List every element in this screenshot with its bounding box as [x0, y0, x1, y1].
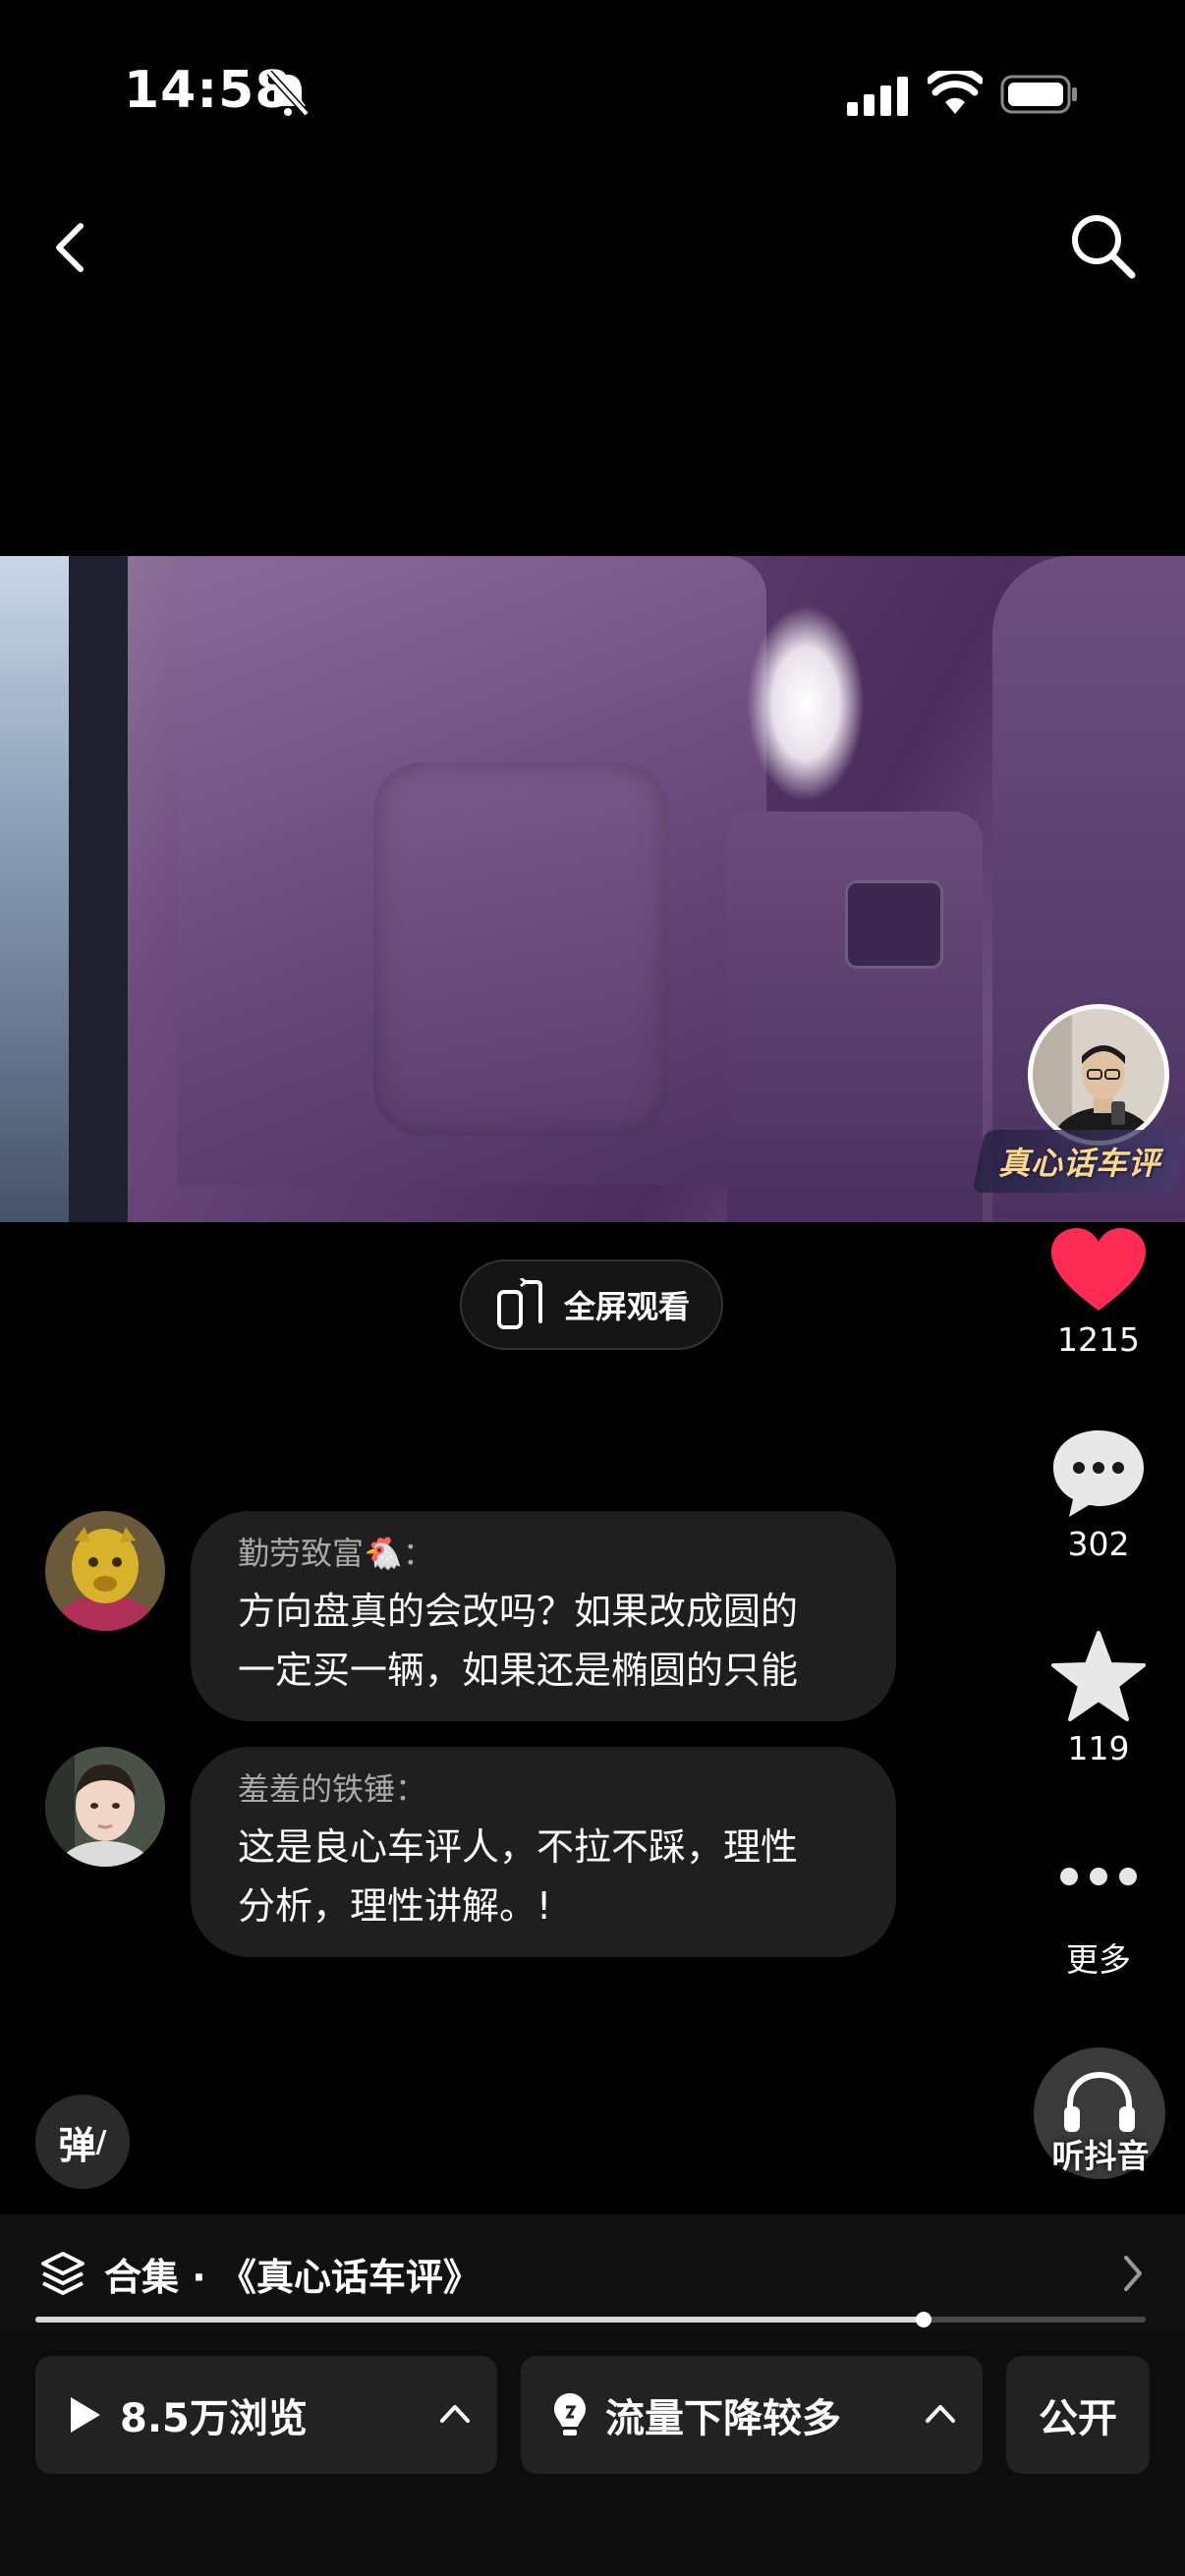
- chevron-right-icon: [1124, 2256, 1142, 2291]
- video-scene-light: [747, 605, 865, 802]
- battery-icon: [1000, 75, 1077, 114]
- rotate-screen-icon: [497, 1278, 542, 1329]
- search-button[interactable]: [1063, 206, 1142, 285]
- like-button[interactable]: 1215: [1025, 1226, 1172, 1359]
- views-button[interactable]: 8.5万浏览: [35, 2356, 497, 2474]
- visibility-button[interactable]: 公开: [1006, 2356, 1150, 2474]
- video-scene-seat-pocket: [373, 762, 668, 1136]
- comment-bubble: 勤劳致富🐔： 方向盘真的会改吗？如果改成圆的 一定买一辆，如果还是椭圆的只能: [191, 1511, 896, 1721]
- more-button[interactable]: 更多: [1025, 1857, 1172, 1981]
- traffic-button[interactable]: 流量下降较多: [521, 2356, 983, 2474]
- chevron-up-icon: [926, 2405, 955, 2423]
- lightbulb-icon: [554, 2393, 586, 2436]
- comment-button[interactable]: 302: [1025, 1427, 1172, 1563]
- author-avatar[interactable]: [1028, 1004, 1169, 1146]
- video-player[interactable]: [0, 556, 1185, 1222]
- chevron-up-icon: [440, 2405, 470, 2423]
- traffic-label: 流量下降较多: [605, 2396, 841, 2441]
- collection-label: 合集 · 《真心话车评》: [104, 2255, 480, 2299]
- comment-bubble-icon: [1053, 1430, 1144, 1517]
- collection-bar[interactable]: 合集 · 《真心话车评》: [0, 2214, 1185, 2332]
- danmaku-label: 弹: [58, 2123, 96, 2167]
- channel-watermark: 真心话车评: [972, 1130, 1185, 1193]
- views-label: 8.5万浏览: [120, 2396, 308, 2441]
- danmaku-toggle-button[interactable]: 弹 /: [35, 2095, 130, 2189]
- fullscreen-button[interactable]: 全屏观看: [460, 1260, 723, 1350]
- comment-count: 302: [1067, 1525, 1130, 1563]
- wifi-icon: [928, 71, 983, 114]
- video-progress-bar[interactable]: [35, 2312, 1146, 2327]
- comment-text-line: 一定买一辆，如果还是椭圆的只能: [238, 1649, 799, 1692]
- video-progress-handle[interactable]: [916, 2312, 931, 2327]
- visibility-label: 公开: [1039, 2396, 1117, 2441]
- more-label: 更多: [1066, 1940, 1131, 1979]
- comment-text-line: 分析，理性讲解。!: [238, 1884, 552, 1928]
- play-icon: [71, 2397, 100, 2433]
- star-icon: [1051, 1631, 1146, 1721]
- favorite-button[interactable]: 119: [1025, 1629, 1172, 1767]
- heart-icon: [1051, 1228, 1146, 1311]
- danmaku-slash-icon: /: [95, 2124, 107, 2159]
- back-button[interactable]: [43, 208, 102, 287]
- favorite-count: 119: [1067, 1729, 1130, 1767]
- fullscreen-label: 全屏观看: [564, 1288, 691, 1325]
- bottom-bar: 8.5万浏览 流量下降较多 公开: [0, 2332, 1185, 2576]
- video-scene-console: [727, 812, 983, 1222]
- comment-text-line: 这是良心车评人，不拉不踩，理性: [238, 1825, 799, 1869]
- comment-bubble: 羞羞的铁锤： 这是良心车评人，不拉不踩，理性 分析，理性讲解。!: [191, 1747, 896, 1957]
- video-scene-pillar: [69, 556, 128, 1222]
- channel-watermark-text: 真心话车评: [998, 1145, 1161, 1182]
- like-count: 1215: [1057, 1320, 1140, 1359]
- video-scene-vent: [845, 880, 943, 969]
- more-dots-icon: [1060, 1868, 1137, 1885]
- video-progress-fill: [35, 2317, 924, 2323]
- comment-text-line: 方向盘真的会改吗？如果改成圆的: [238, 1590, 799, 1633]
- commenter-avatar[interactable]: [45, 1511, 165, 1631]
- commenter-avatar[interactable]: [45, 1747, 165, 1867]
- signal-icon: [847, 77, 908, 116]
- commenter-name: 勤劳致富🐔：: [238, 1535, 434, 1572]
- bell-slash-icon: [266, 70, 310, 117]
- listen-label: 听抖音: [1051, 2137, 1150, 2175]
- commenter-name: 羞羞的铁锤：: [238, 1770, 427, 1808]
- layers-icon: [41, 2252, 85, 2295]
